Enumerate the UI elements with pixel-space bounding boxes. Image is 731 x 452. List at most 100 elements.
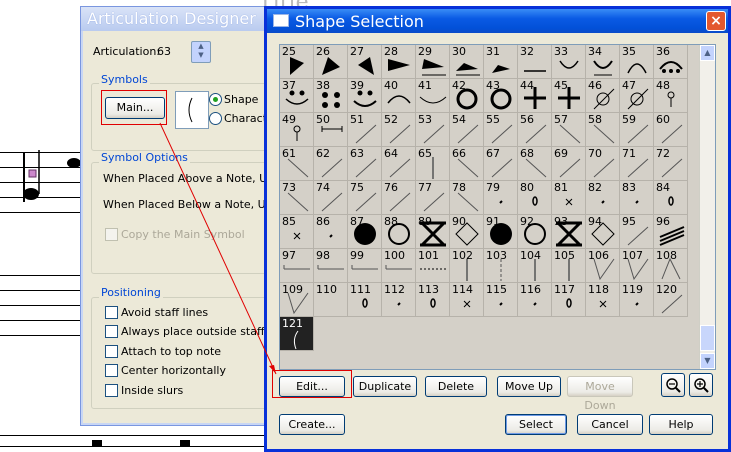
- shape-cell[interactable]: 112: [382, 283, 416, 317]
- shape-cell[interactable]: 35: [620, 45, 654, 79]
- shape-cell[interactable]: 45: [552, 79, 586, 113]
- shape-cell[interactable]: 53: [416, 113, 450, 147]
- shape-cell[interactable]: 63: [348, 147, 382, 181]
- shape-cell[interactable]: 78: [450, 181, 484, 215]
- shape-cell[interactable]: 65: [416, 147, 450, 181]
- center-horizontally-checkbox[interactable]: [105, 364, 118, 377]
- shape-cell[interactable]: 116: [518, 283, 552, 317]
- shape-cell[interactable]: 103: [484, 249, 518, 283]
- shape-cell[interactable]: 120: [654, 283, 688, 317]
- scroll-up-icon[interactable]: ▲: [700, 45, 715, 61]
- shape-cell[interactable]: 85: [280, 215, 314, 249]
- shape-cell[interactable]: 79: [484, 181, 518, 215]
- shape-cell[interactable]: 83: [620, 181, 654, 215]
- zoom-out-icon[interactable]: [661, 373, 685, 397]
- shape-cell[interactable]: 60: [654, 113, 688, 147]
- shape-cell[interactable]: 56: [518, 113, 552, 147]
- shape-cell[interactable]: 57: [552, 113, 586, 147]
- shape-cell[interactable]: 76: [382, 181, 416, 215]
- shape-cell[interactable]: 38: [314, 79, 348, 113]
- avoid-staff-lines-checkbox[interactable]: [105, 306, 118, 319]
- shape-cell[interactable]: 110: [314, 283, 348, 317]
- shape-cell[interactable]: 77: [416, 181, 450, 215]
- shape-cell[interactable]: 52: [382, 113, 416, 147]
- shape-cell[interactable]: 54: [450, 113, 484, 147]
- shape-cell[interactable]: 75: [348, 181, 382, 215]
- shape-cell[interactable]: 115: [484, 283, 518, 317]
- shape-cell[interactable]: 113: [416, 283, 450, 317]
- shape-cell[interactable]: 81: [552, 181, 586, 215]
- shape-cell[interactable]: 97: [280, 249, 314, 283]
- shape-radio[interactable]: [209, 93, 222, 106]
- shape-cell[interactable]: 118: [586, 283, 620, 317]
- shape-cell[interactable]: 48: [654, 79, 688, 113]
- vertical-scrollbar[interactable]: ▲ ▼: [699, 45, 715, 369]
- shape-cell[interactable]: 117: [552, 283, 586, 317]
- selection-handle[interactable]: [28, 169, 37, 178]
- shape-cell[interactable]: 104: [518, 249, 552, 283]
- shape-cell[interactable]: 31: [484, 45, 518, 79]
- shape-cell[interactable]: 27: [348, 45, 382, 79]
- shape-cell[interactable]: 99: [348, 249, 382, 283]
- shape-cell[interactable]: 34: [586, 45, 620, 79]
- shape-cell[interactable]: 71: [620, 147, 654, 181]
- delete-button[interactable]: Delete: [425, 376, 487, 397]
- zoom-in-icon[interactable]: [689, 373, 713, 397]
- character-radio[interactable]: [209, 112, 222, 125]
- shape-cell[interactable]: 68: [518, 147, 552, 181]
- shape-cell[interactable]: 29: [416, 45, 450, 79]
- shape-cell[interactable]: 86: [314, 215, 348, 249]
- shape-cell[interactable]: 121: [280, 317, 314, 351]
- shape-cell[interactable]: 26: [314, 45, 348, 79]
- shape-cell[interactable]: 95: [620, 215, 654, 249]
- copy-main-checkbox[interactable]: [105, 228, 118, 241]
- shape-cell[interactable]: 36: [654, 45, 688, 79]
- shape-cell[interactable]: 50: [314, 113, 348, 147]
- shape-cell[interactable]: 73: [280, 181, 314, 215]
- shape-cell[interactable]: 41: [416, 79, 450, 113]
- shape-cell[interactable]: 88: [382, 215, 416, 249]
- select-button[interactable]: Select: [505, 414, 567, 435]
- shape-cell[interactable]: 93: [552, 215, 586, 249]
- shape-cell[interactable]: 32: [518, 45, 552, 79]
- shape-cell[interactable]: 66: [450, 147, 484, 181]
- shape-cell[interactable]: 87: [348, 215, 382, 249]
- shape-cell[interactable]: 106: [586, 249, 620, 283]
- shape-cell[interactable]: 102: [450, 249, 484, 283]
- shape-cell[interactable]: 69: [552, 147, 586, 181]
- shape-cell[interactable]: 58: [586, 113, 620, 147]
- shape-cell[interactable]: 46: [586, 79, 620, 113]
- shape-cell[interactable]: 74: [314, 181, 348, 215]
- shape-cell[interactable]: 51: [348, 113, 382, 147]
- shape-cell[interactable]: 67: [484, 147, 518, 181]
- shape-cell[interactable]: 47: [620, 79, 654, 113]
- shape-cell[interactable]: 82: [586, 181, 620, 215]
- shape-cell[interactable]: 42: [450, 79, 484, 113]
- shape-cell[interactable]: 90: [450, 215, 484, 249]
- cancel-button[interactable]: Cancel: [577, 414, 643, 435]
- shape-cell[interactable]: 62: [314, 147, 348, 181]
- attach-top-note-checkbox[interactable]: [105, 345, 118, 358]
- shape-cell[interactable]: 91: [484, 215, 518, 249]
- shape-cell[interactable]: 70: [586, 147, 620, 181]
- scroll-down-icon[interactable]: ▼: [700, 353, 715, 369]
- shape-cell[interactable]: 28: [382, 45, 416, 79]
- shape-cell[interactable]: 89: [416, 215, 450, 249]
- shape-cell[interactable]: 61: [280, 147, 314, 181]
- duplicate-button[interactable]: Duplicate: [353, 376, 417, 397]
- create-button[interactable]: Create...: [279, 414, 345, 435]
- scroll-thumb[interactable]: [700, 325, 715, 351]
- shape-cell[interactable]: 49: [280, 113, 314, 147]
- help-button[interactable]: Help: [649, 414, 713, 435]
- shape-cell[interactable]: 98: [314, 249, 348, 283]
- shape-cell[interactable]: 64: [382, 147, 416, 181]
- shape-cell[interactable]: 43: [484, 79, 518, 113]
- shape-cell[interactable]: 109: [280, 283, 314, 317]
- shape-cell[interactable]: 55: [484, 113, 518, 147]
- shape-cell[interactable]: 114: [450, 283, 484, 317]
- shape-cell[interactable]: 33: [552, 45, 586, 79]
- shape-cell[interactable]: 80: [518, 181, 552, 215]
- shape-cell[interactable]: 107: [620, 249, 654, 283]
- shape-cell[interactable]: 101: [416, 249, 450, 283]
- inside-slurs-checkbox[interactable]: [105, 384, 118, 397]
